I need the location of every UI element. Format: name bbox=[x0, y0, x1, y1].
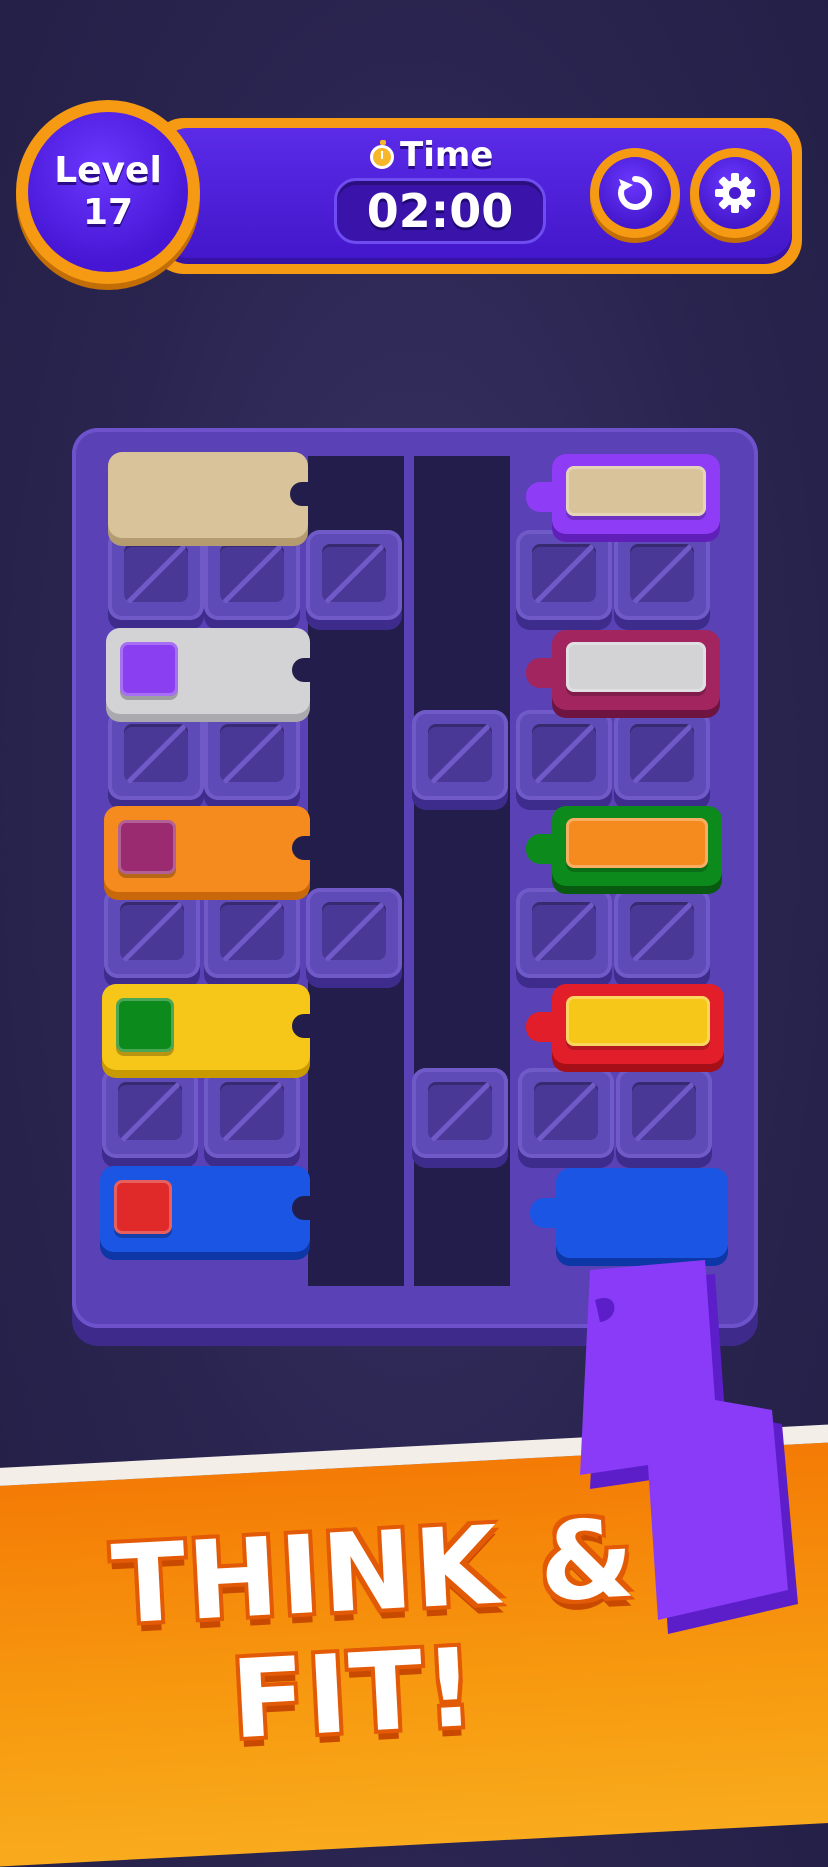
gear-icon bbox=[715, 173, 755, 213]
block-gray-left[interactable] bbox=[106, 628, 312, 714]
block-purple-right[interactable] bbox=[526, 454, 720, 534]
gem-purple bbox=[120, 642, 178, 696]
settings-button[interactable] bbox=[690, 148, 780, 238]
gem-maroon bbox=[118, 820, 176, 874]
crate-obstacle bbox=[108, 530, 204, 620]
block-tab bbox=[530, 1198, 562, 1228]
crate-obstacle bbox=[204, 888, 300, 978]
level-number: 17 bbox=[82, 192, 134, 233]
block-inner-gray bbox=[566, 642, 706, 692]
crate-obstacle bbox=[614, 530, 710, 620]
crate-obstacle bbox=[306, 888, 402, 978]
block-tab bbox=[526, 1012, 558, 1042]
crate-obstacle bbox=[516, 710, 612, 800]
block-notch bbox=[292, 658, 312, 682]
block-inner-yellow bbox=[566, 996, 710, 1046]
block-yellow-left[interactable] bbox=[102, 984, 312, 1070]
block-green-right[interactable] bbox=[526, 806, 722, 886]
block-inner-orange bbox=[566, 818, 708, 868]
block-tab bbox=[526, 482, 558, 512]
time-header: Time bbox=[370, 133, 510, 177]
crate-obstacle bbox=[518, 1068, 614, 1158]
timer-display: 02:00 bbox=[334, 178, 546, 244]
restart-icon bbox=[618, 175, 653, 210]
crate-obstacle bbox=[412, 710, 508, 800]
empty-lane-right bbox=[414, 456, 510, 1286]
crate-obstacle bbox=[108, 710, 204, 800]
crate-obstacle bbox=[614, 888, 710, 978]
level-badge: Level 17 bbox=[16, 100, 200, 284]
block-orange-left[interactable] bbox=[104, 806, 312, 892]
restart-button[interactable] bbox=[590, 148, 680, 238]
block-blue-right[interactable] bbox=[530, 1168, 728, 1258]
block-tab bbox=[526, 834, 558, 864]
crate-obstacle bbox=[616, 1068, 712, 1158]
gem-red bbox=[114, 1180, 172, 1234]
crate-obstacle bbox=[614, 710, 710, 800]
stopwatch-icon bbox=[370, 140, 394, 169]
block-beige-left[interactable] bbox=[108, 452, 310, 538]
crate-obstacle bbox=[204, 710, 300, 800]
block-tab bbox=[526, 658, 558, 688]
level-label: Level bbox=[54, 150, 162, 191]
crate-obstacle bbox=[306, 530, 402, 620]
block-red-right[interactable] bbox=[526, 984, 724, 1064]
block-notch bbox=[290, 482, 310, 506]
crate-obstacle bbox=[516, 888, 612, 978]
time-label: Time bbox=[400, 135, 494, 175]
block-blue-left[interactable] bbox=[100, 1166, 312, 1252]
gem-green bbox=[116, 998, 174, 1052]
crate-obstacle bbox=[204, 1068, 300, 1158]
block-notch bbox=[292, 1196, 312, 1220]
block-notch bbox=[292, 836, 312, 860]
crate-obstacle bbox=[104, 888, 200, 978]
crate-obstacle bbox=[204, 530, 300, 620]
crate-obstacle bbox=[516, 530, 612, 620]
block-notch bbox=[292, 1014, 312, 1038]
crate-obstacle bbox=[102, 1068, 198, 1158]
block-magenta-right[interactable] bbox=[526, 630, 720, 710]
crate-obstacle bbox=[412, 1068, 508, 1158]
block-inner-beige bbox=[566, 466, 706, 516]
